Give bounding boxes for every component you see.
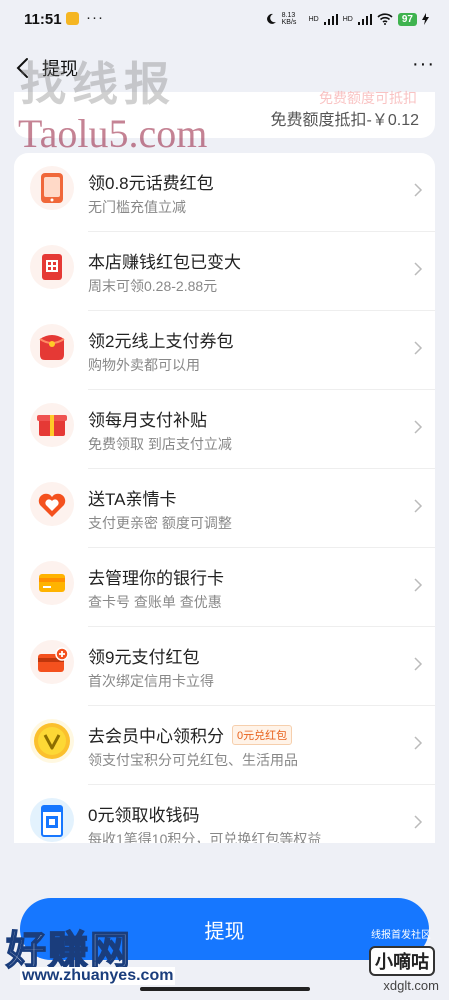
signal-label-2: HD <box>342 15 353 23</box>
list-item-store-red-envelope[interactable]: 本店赚钱红包已变大 周末可领0.28-2.88元 <box>14 232 435 311</box>
item-title: 去管理你的银行卡 <box>88 569 224 588</box>
chevron-right-icon <box>414 736 423 750</box>
item-title: 领2元线上支付券包 <box>88 332 234 351</box>
item-title: 领9元支付红包 <box>88 648 200 667</box>
chevron-right-icon <box>414 499 423 513</box>
watermark-taolu5: Taolu5.com <box>18 111 208 156</box>
heart-card-icon <box>30 482 74 526</box>
phone-icon <box>30 166 74 210</box>
more-menu-icon[interactable]: ··· <box>412 53 435 76</box>
gift-box-icon <box>30 403 74 447</box>
chevron-right-icon <box>414 578 423 592</box>
chevron-right-icon <box>414 183 423 197</box>
charging-icon <box>422 13 429 25</box>
list-item-bank-cards[interactable]: 去管理你的银行卡 查卡号 查账单 查优惠 <box>14 548 435 627</box>
free-quota-deduction: 免费额度抵扣-￥0.12 <box>270 112 419 129</box>
item-subtitle: 领支付宝积分可兑红包、生活用品 <box>88 752 298 768</box>
list-item-monthly-subsidy[interactable]: 领每月支付补贴 免费领取 到店支付立减 <box>14 390 435 469</box>
chevron-right-icon <box>414 420 423 434</box>
item-subtitle: 每收1笔得10积分，可兑换红包等权益 <box>88 831 322 843</box>
vip-badge-icon <box>30 719 74 763</box>
chevron-right-icon <box>414 657 423 671</box>
item-subtitle: 周末可领0.28-2.88元 <box>88 278 218 294</box>
list-item-payment-code[interactable]: 0元领取收钱码 每收1笔得10积分，可兑换红包等权益 <box>14 785 435 843</box>
item-title-text: 去会员中心领积分 <box>88 727 224 746</box>
moon-icon <box>266 13 276 24</box>
status-more-icon: ··· <box>86 9 104 26</box>
deduction-card-header: 免费额度可抵扣 <box>319 90 417 106</box>
item-subtitle: 查卡号 查账单 查优惠 <box>88 594 222 610</box>
item-title: 0元领取收钱码 <box>88 806 200 825</box>
wifi-icon <box>377 13 393 25</box>
qr-code-stand-icon <box>30 798 74 842</box>
battery-icon: 97 <box>397 12 417 26</box>
promotion-list: 领0.8元话费红包 无门槛充值立减 本店赚钱红包已变大 周末可领0.28-2.8… <box>14 153 435 843</box>
item-subtitle: 支付更亲密 额度可调整 <box>88 515 232 531</box>
list-item-phone-credit[interactable]: 领0.8元话费红包 无门槛充值立减 <box>14 153 435 232</box>
item-title: 领0.8元话费红包 <box>88 174 214 193</box>
signal-label-1: HD <box>308 15 319 23</box>
home-indicator[interactable] <box>140 987 310 991</box>
list-item-credit-card-red-envelope[interactable]: 领9元支付红包 首次绑定信用卡立得 <box>14 627 435 706</box>
status-time: 11:51 <box>24 11 62 28</box>
item-title: 领每月支付补贴 <box>88 411 207 430</box>
item-title: 本店赚钱红包已变大 <box>88 253 241 272</box>
bank-card-icon <box>30 561 74 605</box>
chevron-right-icon <box>414 815 423 829</box>
notification-app-icon <box>66 12 79 25</box>
item-subtitle: 首次绑定信用卡立得 <box>88 673 214 689</box>
watermark-xdglt: xdglt.com <box>383 978 439 993</box>
watermark-xiaodigu: 小嘀咕 <box>369 946 435 976</box>
list-item-online-coupon[interactable]: 领2元线上支付券包 购物外卖都可以用 <box>14 311 435 390</box>
coupon-bag-icon <box>30 324 74 368</box>
item-subtitle: 购物外卖都可以用 <box>88 357 200 373</box>
watermark-xianbao-community: 线报首发社区 <box>371 930 431 941</box>
item-title: 去会员中心领积分 0元兑红包 <box>88 722 293 747</box>
list-item-member-points[interactable]: 去会员中心领积分 0元兑红包 领支付宝积分可兑红包、生活用品 <box>14 706 435 785</box>
list-item-family-card[interactable]: 送TA亲情卡 支付更亲密 额度可调整 <box>14 469 435 548</box>
promo-tag: 0元兑红包 <box>232 725 293 745</box>
item-subtitle: 免费领取 到店支付立减 <box>88 436 232 452</box>
credit-card-add-icon <box>30 640 74 684</box>
item-title: 送TA亲情卡 <box>88 490 177 509</box>
signal-icon-2 <box>357 13 372 25</box>
watermark-zhuanyes-url: www.zhuanyes.com <box>20 967 176 985</box>
chevron-right-icon <box>414 341 423 355</box>
signal-icon <box>323 13 338 25</box>
status-bar: 11:51 ··· 8.13 KB/s HD HD 97 <box>0 0 449 40</box>
status-indicators: 8.13 KB/s HD HD 97 <box>265 12 429 26</box>
watermark-zhaoxianbao: 找线报 <box>20 58 176 110</box>
net-speed: 8.13 KB/s <box>281 12 297 26</box>
item-subtitle: 无门槛充值立减 <box>88 199 186 215</box>
red-envelope-qr-icon <box>30 245 74 289</box>
chevron-right-icon <box>414 262 423 276</box>
